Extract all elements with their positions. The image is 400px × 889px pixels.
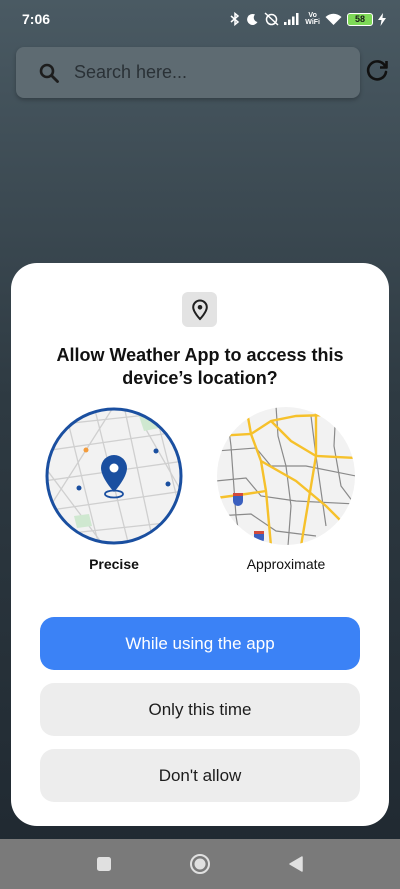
square-icon — [97, 857, 111, 871]
charging-icon — [378, 12, 386, 26]
precise-label: Precise — [89, 556, 139, 572]
only-this-time-button[interactable]: Only this time — [40, 683, 360, 736]
search-icon — [39, 63, 59, 83]
bluetooth-icon — [230, 12, 240, 26]
recents-button[interactable] — [92, 852, 116, 876]
moon-icon — [247, 13, 258, 25]
back-button[interactable] — [284, 852, 308, 876]
status-icons: Vo WiFi 58 — [229, 12, 386, 26]
dont-allow-button[interactable]: Don't allow — [40, 749, 360, 802]
status-time: 7:06 — [22, 11, 51, 27]
system-navigation-bar — [0, 839, 400, 889]
approximate-label: Approximate — [246, 556, 326, 572]
approximate-map-image — [217, 407, 355, 545]
wifi-icon — [325, 13, 342, 25]
refresh-icon — [366, 60, 388, 81]
precise-location-option[interactable]: Precise — [44, 406, 184, 572]
back-triangle-icon — [289, 856, 303, 872]
dialog-title: Allow Weather App to access this device’… — [56, 345, 344, 388]
alarm-off-icon — [264, 12, 279, 26]
location-pin-icon — [182, 292, 217, 327]
home-button[interactable] — [188, 852, 212, 876]
refresh-button[interactable] — [362, 56, 392, 86]
home-circle-icon — [190, 854, 210, 874]
status-bar: 7:06 Vo WiFi 58 — [0, 0, 400, 38]
search-bar[interactable] — [16, 47, 360, 98]
search-input[interactable] — [74, 62, 324, 83]
location-permission-dialog: Allow Weather App to access this device’… — [11, 263, 389, 826]
vowifi-indicator: Vo WiFi — [305, 12, 320, 26]
precise-map-image — [45, 407, 183, 545]
signal-icon — [284, 13, 299, 25]
approximate-location-option[interactable]: Approximate — [216, 406, 356, 572]
battery-indicator: 58 — [347, 12, 373, 26]
while-using-app-button[interactable]: While using the app — [40, 617, 360, 670]
